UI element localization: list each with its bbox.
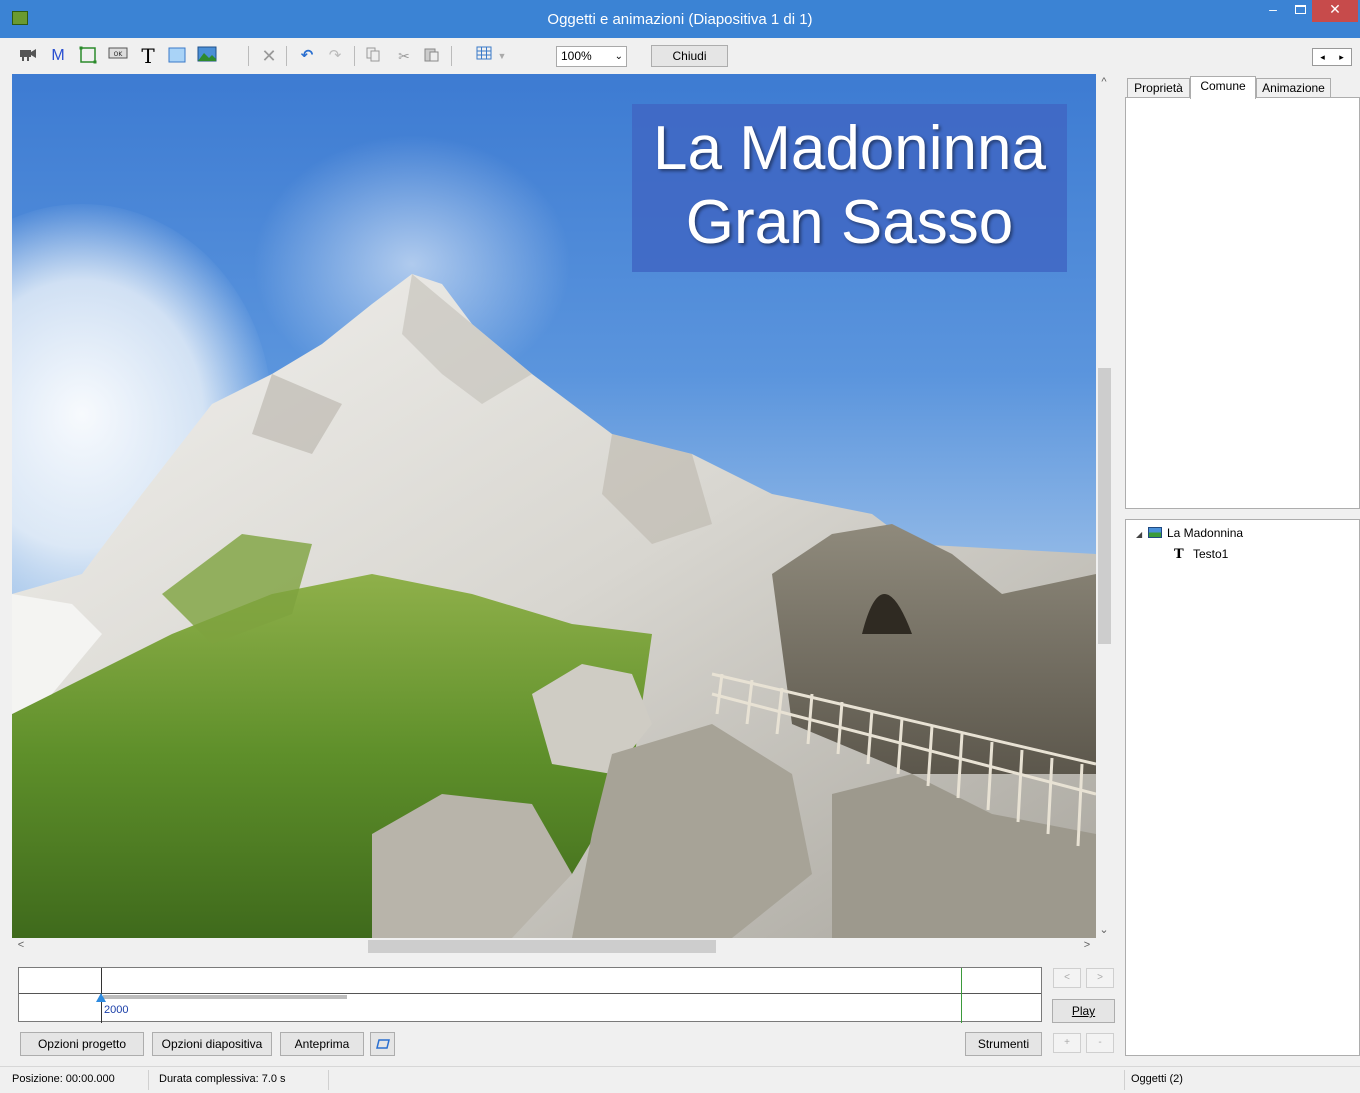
window-title: Oggetti e animazioni (Diapositiva 1 di 1… [547,11,813,28]
project-options-button[interactable]: Opzioni progetto [20,1032,144,1056]
slide-title-line-1: La Madoninna [653,114,1046,183]
text-icon: T [1174,547,1184,562]
chevron-up-icon[interactable]: ^ [1097,76,1111,88]
tree-item-label: Testo1 [1193,547,1229,561]
camera-icon[interactable] [18,46,38,66]
scroll-thumb[interactable] [1098,368,1111,644]
keyframe-label: 2000 [104,1004,129,1016]
chevron-left-icon[interactable]: < [14,939,28,951]
copy-icon[interactable] [363,46,383,66]
image-icon[interactable] [197,46,217,66]
tree-item-label: La Madonnina [1167,526,1244,540]
objects-tree: ◢ La Madonnina T Testo1 [1125,519,1360,1056]
status-separator [328,1070,329,1090]
screen-icon [375,1039,390,1049]
toolbar-separator [354,46,355,66]
arrow-right-icon[interactable]: ▸ [1332,49,1351,65]
timeline[interactable]: 2000 [18,967,1042,1023]
maximize-icon [1294,5,1306,14]
tree-item-la-madonnina[interactable]: ◢ La Madonnina [1136,526,1243,540]
frame-icon[interactable] [78,46,98,66]
mask-icon[interactable]: M [48,46,68,66]
close-window-button[interactable]: ✕ [1312,0,1358,22]
play-button[interactable]: Play [1052,999,1115,1023]
redo-icon[interactable]: ↷ [325,46,345,66]
remove-keyframe-button[interactable]: - [1086,1033,1114,1053]
status-bar: Posizione: 00:00.000 Durata complessiva:… [0,1066,1360,1093]
undo-icon[interactable]: ↶ [297,46,317,66]
status-duration: Durata complessiva: 7.0 s [159,1073,286,1085]
slide-title-line-2: Gran Sasso [685,188,1014,257]
maximize-button[interactable] [1288,0,1312,22]
tree-item-testo1[interactable]: T Testo1 [1174,547,1228,562]
panel-nav-arrows[interactable]: ◂ ▸ [1312,48,1352,66]
slide-canvas[interactable]: La Madoninna Gran Sasso [12,74,1096,938]
chevron-down-icon: ⌄ [614,51,623,62]
keyframe-marker[interactable] [96,993,106,1002]
toolbar: M OK T ✕ ↶ ↷ ✂ ▼ 100% ⌄ Chiudi ◂ ▸ [0,38,1360,74]
window-title-bar: Oggetti e animazioni (Diapositiva 1 di 1… [0,0,1360,38]
horizontal-scrollbar[interactable]: < > [12,938,1096,955]
zoom-select[interactable]: 100% ⌄ [556,46,627,67]
paste-icon[interactable] [421,46,441,66]
toolbar-separator [248,46,249,66]
tab-content-panel [1125,97,1360,509]
minimize-button[interactable]: – [1258,0,1288,22]
toolbar-separator [451,46,452,66]
tab-animation[interactable]: Animazione [1256,78,1331,98]
tab-common[interactable]: Comune [1190,76,1256,99]
text-icon[interactable]: T [138,46,158,66]
play-label: Play [1071,1004,1096,1018]
tab-properties[interactable]: Proprietà [1127,78,1190,98]
add-keyframe-button[interactable]: + [1053,1033,1081,1053]
status-separator [1124,1070,1125,1090]
tools-button[interactable]: Strumenti [965,1032,1042,1056]
timeline-end-marker[interactable] [961,968,962,1023]
rectangle-icon[interactable] [167,46,187,66]
chevron-down-icon[interactable]: ▼ [496,46,508,66]
zoom-value: 100% [561,49,592,63]
vertical-scrollbar[interactable]: ^ ⌄ [1096,74,1113,938]
slide-title-box[interactable]: La Madoninna Gran Sasso [632,104,1067,272]
image-icon [1148,527,1162,538]
svg-text:OK: OK [114,51,124,58]
expand-icon[interactable]: ◢ [1136,530,1148,539]
next-keyframe-button[interactable]: > [1086,968,1114,988]
toolbar-separator [286,46,287,66]
chevron-right-icon[interactable]: > [1080,939,1094,951]
status-position: Posizione: 00:00.000 [12,1073,115,1085]
arrow-left-icon[interactable]: ◂ [1313,49,1332,65]
cut-icon[interactable]: ✂ [394,46,414,66]
chevron-down-icon[interactable]: ⌄ [1097,923,1111,936]
status-objects: Oggetti (2) [1131,1073,1183,1085]
slide-options-button[interactable]: Opzioni diapositiva [152,1032,272,1056]
timeline-object-bar[interactable] [103,995,347,999]
timeline-divider [19,993,1041,994]
fullscreen-preview-button[interactable] [370,1032,395,1056]
status-separator [148,1070,149,1090]
delete-icon[interactable]: ✕ [259,46,279,66]
preview-button[interactable]: Anteprima [280,1032,364,1056]
prev-keyframe-button[interactable]: < [1053,968,1081,988]
button-icon[interactable]: OK [108,46,128,66]
scroll-thumb[interactable] [368,940,716,953]
close-button[interactable]: Chiudi [651,45,728,67]
grid-icon[interactable] [474,46,494,66]
